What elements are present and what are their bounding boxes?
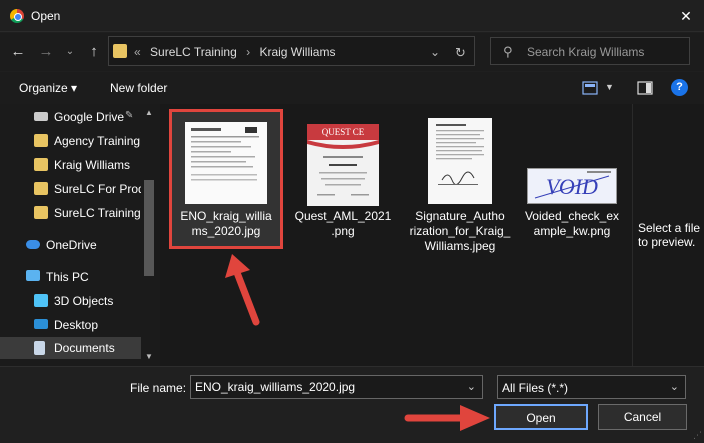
sidebar-scrollbar[interactable]: ▲ ▼ xyxy=(141,104,157,366)
sidebar-item-label: SureLC For Prod xyxy=(54,182,145,196)
breadcrumb: « SureLC Training › Kraig Williams xyxy=(134,45,341,59)
breadcrumb-item-kraig-williams[interactable]: Kraig Williams xyxy=(259,45,335,59)
preview-pane-button[interactable] xyxy=(636,80,654,96)
file-name: ENO_kraig_willia ms_2020.jpg xyxy=(180,209,272,238)
resize-grip-icon[interactable]: ⋰ xyxy=(693,430,702,441)
file-item-quest-aml[interactable]: QUEST CE Quest_AML_2021 .png xyxy=(289,112,397,246)
search-input[interactable] xyxy=(527,43,687,61)
back-button[interactable]: ← xyxy=(8,42,28,62)
documents-icon xyxy=(34,341,45,355)
window-title: Open xyxy=(31,9,61,23)
certificate-icon xyxy=(307,140,379,196)
breadcrumb-overflow[interactable]: « xyxy=(134,45,141,59)
pin-icon[interactable]: ✎ xyxy=(125,110,133,121)
sidebar-item-agency-training[interactable]: Agency Training xyxy=(0,130,141,152)
address-bar[interactable]: « SureLC Training › Kraig Williams ⌄ ↻ xyxy=(108,36,475,66)
sidebar-item-kraig-williams[interactable]: Kraig Williams xyxy=(0,154,141,176)
sidebar-item-label: OneDrive xyxy=(46,238,97,252)
sidebar-item-label: Agency Training xyxy=(54,134,141,148)
file-thumbnail: VOID xyxy=(527,168,617,204)
organize-menu[interactable]: Organize ▾ xyxy=(19,81,77,95)
file-item-signature-authorization[interactable]: Signature_Autho rization_for_Kraig_ Will… xyxy=(406,112,514,253)
search-icon: ⚲ xyxy=(503,44,513,59)
file-name-field[interactable]: ⌄ xyxy=(190,375,483,399)
sidebar-item-label: SureLC Training xyxy=(54,206,141,220)
refresh-button[interactable]: ↻ xyxy=(455,45,466,61)
cloud-icon xyxy=(26,240,40,249)
sidebar-item-surelc-training[interactable]: SureLC Training xyxy=(0,202,141,224)
drive-icon xyxy=(34,112,48,121)
recent-locations-button[interactable]: ⌄ xyxy=(60,42,80,62)
search-box[interactable]: ⚲ xyxy=(490,37,690,65)
preview-pane: Select a file to preview. xyxy=(632,104,704,366)
file-list: ENO_kraig_willia ms_2020.jpg QUEST CE Qu… xyxy=(160,104,632,366)
new-folder-button[interactable]: New folder xyxy=(110,81,167,95)
chevron-down-icon[interactable]: ⌄ xyxy=(467,380,476,393)
title-bar: Open ✕ xyxy=(0,0,704,32)
file-thumbnail: QUEST CE xyxy=(307,124,379,206)
desktop-icon xyxy=(34,319,48,329)
document-thumbnail-icon xyxy=(191,127,259,181)
file-item-eno-kraig-williams[interactable]: ENO_kraig_willia ms_2020.jpg xyxy=(169,109,283,249)
sidebar-item-label: Google Drive xyxy=(54,110,125,124)
cancel-button[interactable]: Cancel xyxy=(598,404,687,430)
file-item-voided-check[interactable]: VOID Voided_check_ex ample_kw.png xyxy=(518,112,626,246)
sidebar-item-desktop[interactable]: Desktop xyxy=(0,314,141,336)
folder-icon xyxy=(34,134,48,147)
scroll-down-icon[interactable]: ▼ xyxy=(145,352,153,361)
folder-icon xyxy=(113,44,127,58)
close-button[interactable]: ✕ xyxy=(668,0,704,32)
sidebar-item-onedrive[interactable]: OneDrive xyxy=(0,234,141,256)
view-options-chevron-icon[interactable]: ▼ xyxy=(605,82,614,92)
preview-pane-icon xyxy=(637,81,653,95)
scrollbar-thumb[interactable] xyxy=(144,180,154,276)
document-thumbnail-icon xyxy=(436,124,484,185)
change-view-button[interactable] xyxy=(582,80,600,96)
file-type-value: All Files (*.*) xyxy=(502,381,569,395)
file-thumbnail xyxy=(428,118,492,204)
voided-check-icon: VOID xyxy=(527,168,617,204)
navigation-pane: Google Drive ✎ Agency Training Kraig Wil… xyxy=(0,104,160,366)
file-name: Voided_check_ex ample_kw.png xyxy=(524,209,620,238)
help-button[interactable]: ? xyxy=(671,79,688,96)
folder-icon xyxy=(34,206,48,219)
address-dropdown-button[interactable]: ⌄ xyxy=(430,45,440,59)
file-thumbnail xyxy=(185,122,267,204)
folder-icon xyxy=(34,158,48,171)
file-name-input[interactable] xyxy=(195,379,455,395)
breadcrumb-item-surelc-training[interactable]: SureLC Training xyxy=(150,45,237,59)
dialog-footer: File name: ⌄ All Files (*.*) ⌄ Open Canc… xyxy=(0,366,704,443)
up-button[interactable]: ↑ xyxy=(84,42,104,62)
sidebar-item-label: Desktop xyxy=(54,318,99,332)
sidebar-item-this-pc[interactable]: This PC xyxy=(0,266,141,288)
preview-message: Select a file to preview. xyxy=(638,221,701,249)
sidebar-item-google-drive[interactable]: Google Drive ✎ xyxy=(0,106,141,128)
sidebar-item-label: Kraig Williams xyxy=(54,158,131,172)
view-icon xyxy=(582,81,598,95)
sidebar-item-documents[interactable]: Documents xyxy=(0,337,141,359)
cube-icon xyxy=(34,294,48,307)
chrome-icon xyxy=(10,9,24,23)
file-name: Signature_Autho rization_for_Kraig_ Will… xyxy=(409,209,511,253)
breadcrumb-separator: › xyxy=(246,45,251,59)
sidebar-item-surelc-for-prod[interactable]: SureLC For Prod xyxy=(0,178,145,200)
open-button[interactable]: Open xyxy=(494,404,588,430)
file-name-label: File name: xyxy=(130,381,187,395)
file-type-select[interactable]: All Files (*.*) ⌄ xyxy=(497,375,686,399)
chevron-down-icon[interactable]: ⌄ xyxy=(670,380,679,393)
sidebar-item-label: This PC xyxy=(46,270,89,284)
computer-icon xyxy=(26,270,40,281)
scroll-up-icon[interactable]: ▲ xyxy=(145,108,153,117)
forward-button[interactable]: → xyxy=(36,42,56,62)
navigation-bar: ← → ⌄ ↑ « SureLC Training › Kraig Willia… xyxy=(0,33,704,71)
command-bar: Organize ▾ New folder ▼ ? xyxy=(0,72,704,104)
sidebar-item-label: Documents xyxy=(54,341,115,355)
file-name: Quest_AML_2021 .png xyxy=(294,209,392,238)
sidebar-item-label: 3D Objects xyxy=(54,294,114,308)
folder-icon xyxy=(34,182,48,195)
sidebar-item-3d-objects[interactable]: 3D Objects xyxy=(0,290,141,312)
